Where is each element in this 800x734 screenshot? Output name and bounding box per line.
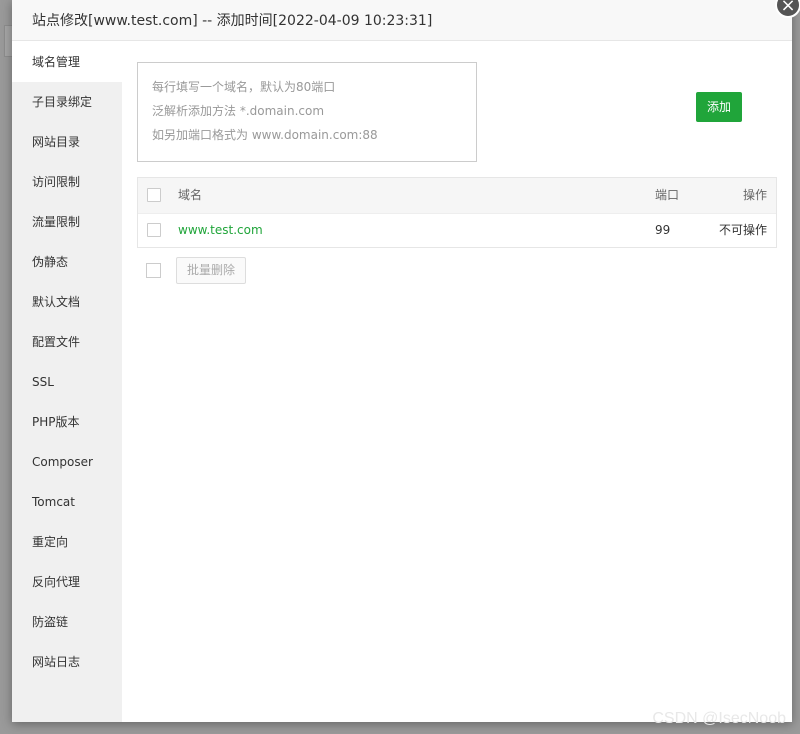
batch-delete-button[interactable]: 批量删除: [176, 257, 246, 284]
sidebar-item-reverse-proxy[interactable]: 反向代理: [12, 562, 122, 602]
dialog-title: 站点修改[www.test.com] -- 添加时间[2022-04-09 10…: [12, 0, 792, 41]
sidebar-item-rewrite[interactable]: 伪静态: [12, 242, 122, 282]
domain-management-panel: 每行填写一个域名，默认为80端口 泛解析添加方法 *.domain.com 如另…: [122, 42, 792, 722]
column-header-action: 操作: [742, 188, 767, 202]
sidebar-item-access-restriction[interactable]: 访问限制: [12, 162, 122, 202]
sidebar-item-composer[interactable]: Composer: [12, 442, 122, 482]
sidebar-item-subdirectory-binding[interactable]: 子目录绑定: [12, 82, 122, 122]
column-header-port: 端口: [655, 188, 680, 202]
sidebar-item-tomcat[interactable]: Tomcat: [12, 482, 122, 522]
site-edit-dialog: 站点修改[www.test.com] -- 添加时间[2022-04-09 10…: [12, 0, 792, 722]
action-status: 不可操作: [718, 223, 767, 237]
row-checkbox[interactable]: [147, 223, 161, 237]
domain-table: 域名 端口 操作 www.test.com 99 不可操作: [137, 177, 777, 248]
sidebar-item-traffic-limit[interactable]: 流量限制: [12, 202, 122, 242]
domain-input[interactable]: 每行填写一个域名，默认为80端口 泛解析添加方法 *.domain.com 如另…: [137, 62, 477, 162]
table-row: www.test.com 99 不可操作: [138, 214, 776, 247]
sidebar-item-php-version[interactable]: PHP版本: [12, 402, 122, 442]
domain-input-placeholder-line: 每行填写一个域名，默认为80端口: [152, 80, 336, 94]
watermark: CSDN @IsecNoob: [652, 710, 786, 727]
sidebar-item-default-document[interactable]: 默认文档: [12, 282, 122, 322]
column-header-domain: 域名: [178, 188, 203, 202]
select-all-checkbox[interactable]: [147, 188, 161, 202]
sidebar-item-site-log[interactable]: 网站日志: [12, 642, 122, 682]
domain-link[interactable]: www.test.com: [178, 214, 263, 247]
sidebar-item-ssl[interactable]: SSL: [12, 362, 122, 402]
domain-input-placeholder-line: 如另加端口格式为 www.domain.com:88: [152, 128, 378, 142]
batch-select-checkbox[interactable]: [146, 263, 161, 278]
domain-input-placeholder-line: 泛解析添加方法 *.domain.com: [152, 104, 325, 118]
sidebar-item-hotlink-protection[interactable]: 防盗链: [12, 602, 122, 642]
table-header: 域名 端口 操作: [138, 178, 776, 214]
sidebar-item-redirect[interactable]: 重定向: [12, 522, 122, 562]
sidebar-item-site-directory[interactable]: 网站目录: [12, 122, 122, 162]
sidebar-item-domain-management[interactable]: 域名管理: [12, 42, 122, 82]
dialog-sidebar: 域名管理 子目录绑定 网站目录 访问限制 流量限制 伪静态 默认文档 配置文件 …: [12, 42, 122, 722]
sidebar-item-config-file[interactable]: 配置文件: [12, 322, 122, 362]
add-domain-button[interactable]: 添加: [696, 92, 742, 122]
port-value: 99: [655, 223, 671, 237]
